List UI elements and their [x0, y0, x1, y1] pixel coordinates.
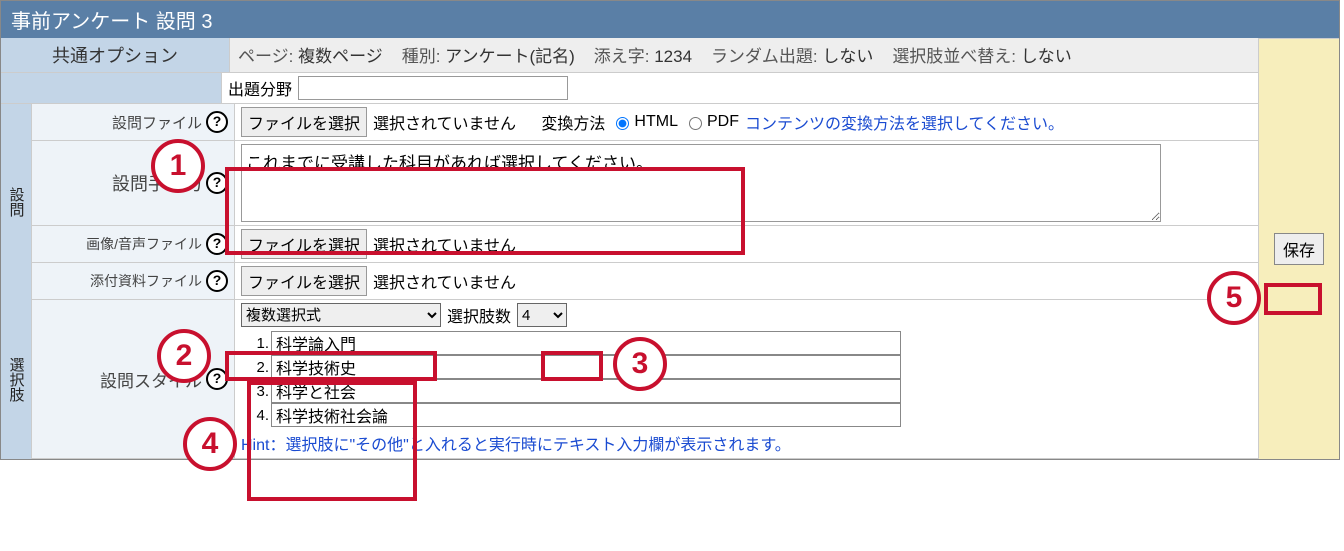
choice-input[interactable] — [271, 331, 901, 355]
common-options-content: ページ: 複数ページ 種別: アンケート(記名) 添え字: 1234 ランダム出… — [230, 38, 1258, 72]
app-container: 事前アンケート 設問 3 共通オプション ページ: 複数ページ 種別: アンケー… — [0, 0, 1340, 460]
convert-method-label: 変換方法 — [541, 110, 605, 134]
media-file-status: 選択されていません — [373, 232, 516, 256]
common-options-label: 共通オプション — [1, 38, 230, 72]
question-manual-label: 設問手入力 — [112, 170, 202, 196]
question-textarea[interactable]: これまでに受講した科目があれば選択してください。 — [241, 144, 1161, 222]
convert-html-radio[interactable]: HTML — [611, 113, 678, 131]
question-file-label: 設問ファイル ? — [32, 104, 235, 140]
question-file-button[interactable]: ファイルを選択 — [241, 107, 367, 137]
help-icon[interactable]: ? — [206, 368, 228, 390]
choice-number: 2. — [247, 359, 269, 376]
choice-count-label: 選択肢数 — [447, 303, 511, 327]
save-area: 保存 — [1258, 38, 1339, 459]
choice-input[interactable] — [271, 379, 901, 403]
attach-file-status: 選択されていません — [373, 269, 516, 293]
convert-help-link[interactable]: コンテンツの変換方法を選択してください。 — [745, 110, 1064, 134]
save-button[interactable]: 保存 — [1274, 233, 1324, 265]
help-icon[interactable]: ? — [206, 111, 228, 133]
field-category-label: 出題分野 — [228, 76, 292, 100]
media-file-button[interactable]: ファイルを選択 — [241, 229, 367, 259]
choices-hint: Hint：選択肢に"その他"と入れると実行時にテキスト入力欄が表示されます。 — [241, 431, 791, 455]
help-icon[interactable]: ? — [206, 270, 228, 292]
field-category-row: 出題分野 — [1, 73, 1258, 104]
choice-row: 1. — [247, 331, 901, 355]
page-title: 事前アンケート 設問 3 — [11, 11, 212, 33]
choice-row: 4. — [247, 403, 901, 427]
media-file-label: 画像/音声ファイル — [86, 234, 202, 254]
attach-file-button[interactable]: ファイルを選択 — [241, 266, 367, 296]
field-category-input[interactable] — [298, 76, 568, 100]
common-options-row: 共通オプション ページ: 複数ページ 種別: アンケート(記名) 添え字: 12… — [1, 38, 1258, 73]
help-icon[interactable]: ? — [206, 172, 228, 194]
choices-section-tab: 選択肢 — [1, 300, 32, 459]
choice-number: 3. — [247, 383, 269, 400]
choice-input[interactable] — [271, 403, 901, 427]
choices-list: 1. 2. 3. 4. — [241, 329, 907, 429]
convert-pdf-radio[interactable]: PDF — [684, 113, 739, 131]
choice-count-select[interactable]: 4 — [517, 303, 567, 327]
choice-number: 4. — [247, 407, 269, 424]
question-style-label: 設問スタイル — [100, 367, 202, 392]
choice-row: 3. — [247, 379, 901, 403]
question-section-tab: 設問 — [1, 104, 32, 300]
title-bar: 事前アンケート 設問 3 — [1, 1, 1339, 38]
question-file-status: 選択されていません — [373, 110, 516, 134]
question-style-select[interactable]: 複数選択式 — [241, 303, 441, 327]
choice-input[interactable] — [271, 355, 901, 379]
choice-row: 2. — [247, 355, 901, 379]
help-icon[interactable]: ? — [206, 233, 228, 255]
choice-number: 1. — [247, 335, 269, 352]
attach-file-label: 添付資料ファイル — [90, 271, 202, 291]
